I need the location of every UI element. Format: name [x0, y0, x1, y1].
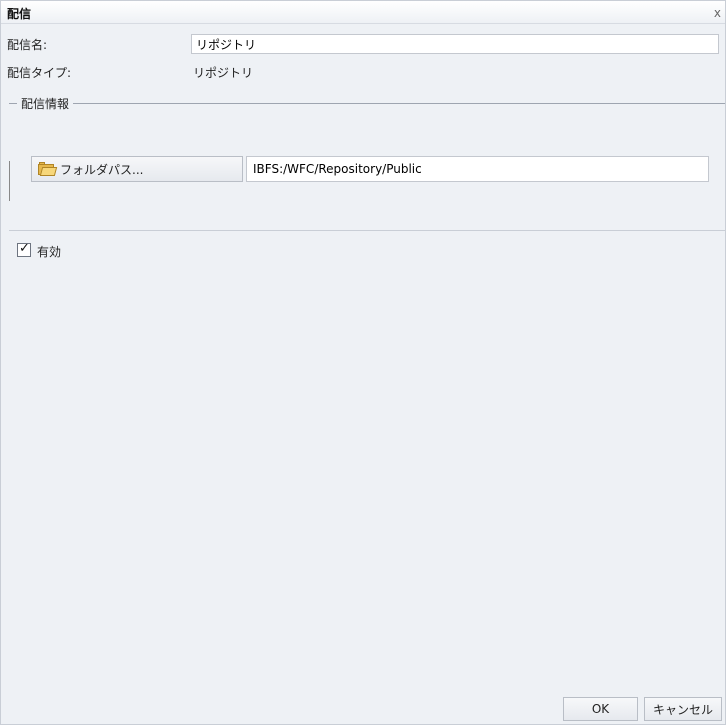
enabled-checkbox[interactable]: ✓ [17, 241, 31, 257]
delivery-name-label: 配信名: [7, 38, 48, 52]
delivery-name-input[interactable] [191, 34, 719, 54]
left-edge-marker [9, 161, 10, 201]
close-icon[interactable]: x [714, 6, 721, 20]
delivery-info-legend: 配信情報 [17, 95, 74, 112]
folder-path-input[interactable] [246, 156, 709, 182]
folder-path-button-label: フォルダパス... [60, 162, 144, 177]
delivery-type-value: リポジトリ [193, 66, 254, 80]
dialog-titlebar: 配信 x [1, 1, 725, 24]
folder-icon [38, 162, 58, 176]
delivery-dialog: 配信 x 配信名: 配信タイプ: リポジトリ 配信情報 フォルダパス... ✓ … [0, 0, 726, 725]
delivery-type-label: 配信タイプ: [7, 66, 72, 80]
ok-button[interactable]: OK [563, 697, 638, 721]
folder-path-button[interactable]: フォルダパス... [31, 156, 243, 182]
check-icon: ✓ [19, 241, 30, 256]
cancel-button[interactable]: キャンセル [644, 697, 722, 721]
enabled-label: 有効 [37, 245, 62, 259]
dialog-title: 配信 [7, 7, 32, 21]
